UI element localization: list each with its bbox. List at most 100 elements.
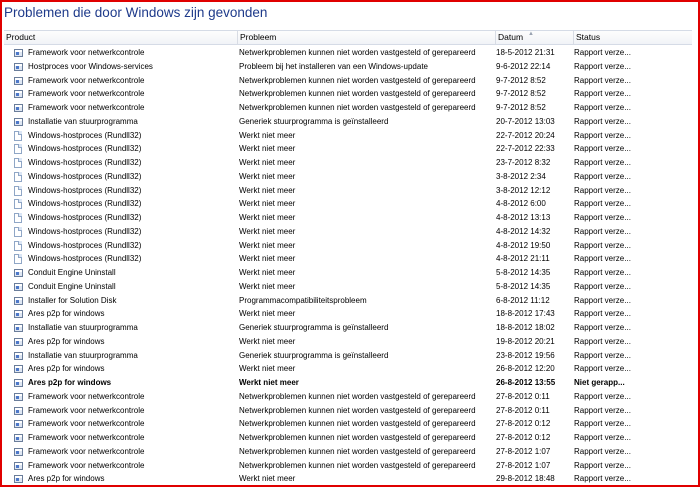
column-header-product[interactable]: Product: [4, 31, 237, 44]
document-icon: [14, 171, 22, 182]
status-cell: Rapport verze...: [574, 323, 631, 332]
problem-cell: Werkt niet meer: [239, 144, 296, 154]
table-row[interactable]: Framework voor netwerkcontrole Netwerkpro…: [4, 390, 692, 404]
application-icon: [14, 475, 23, 484]
document-icon: [14, 185, 22, 196]
product-cell: Installatie van stuurprogramma: [28, 323, 138, 332]
status-cell: Rapport verze...: [574, 158, 631, 167]
table-row[interactable]: Windows-hostproces (Rundll32) Werkt niet …: [4, 142, 692, 156]
table-row[interactable]: Installatie van stuurprogramma Generiek s…: [4, 349, 692, 363]
problem-cell: Netwerkproblemen kunnen niet worden vast…: [239, 460, 476, 470]
table-row[interactable]: Framework voor netwerkcontrole Netwerkpro…: [4, 459, 692, 473]
row-icon-cell: [14, 417, 25, 431]
table-row[interactable]: Installatie van stuurprogramma Generiek s…: [4, 321, 692, 335]
table-row[interactable]: Windows-hostproces (Rundll32) Werkt niet …: [4, 197, 692, 211]
product-cell: Conduit Engine Uninstall: [28, 268, 116, 277]
status-cell: Rapport verze...: [574, 213, 631, 222]
problem-cell: Werkt niet meer: [239, 171, 296, 181]
product-cell: Windows-hostproces (Rundll32): [28, 213, 142, 222]
table-row[interactable]: Framework voor netwerkcontrole Netwerkpro…: [4, 46, 692, 60]
date-cell: 23-8-2012 19:56: [496, 350, 555, 360]
application-icon: [14, 420, 23, 429]
sort-ascending-icon: ▲: [528, 31, 534, 37]
table-row[interactable]: Framework voor netwerkcontrole Netwerkpro…: [4, 404, 692, 418]
table-row[interactable]: Framework voor netwerkcontrole Netwerkpro…: [4, 74, 692, 88]
problem-cell: Probleem bij het installeren van een Win…: [239, 61, 428, 71]
table-row[interactable]: Windows-hostproces (Rundll32) Werkt niet …: [4, 239, 692, 253]
table-row[interactable]: Windows-hostproces (Rundll32) Werkt niet …: [4, 170, 692, 184]
problem-cell: Werkt niet meer: [239, 474, 296, 484]
table-row[interactable]: Framework voor netwerkcontrole Netwerkpro…: [4, 431, 692, 445]
table-row[interactable]: Installatie van stuurprogramma Generiek s…: [4, 115, 692, 129]
product-cell: Installer for Solution Disk: [28, 295, 117, 305]
status-cell: Rapport verze...: [574, 199, 631, 209]
status-cell: Rapport verze...: [574, 350, 631, 360]
date-cell: 9-7-2012 8:52: [496, 75, 546, 85]
table-row[interactable]: Framework voor netwerkcontrole Netwerkpro…: [4, 101, 692, 115]
table-row[interactable]: Installer for Solution Disk Programmacomp…: [4, 294, 692, 308]
status-cell: Rapport verze...: [574, 433, 631, 442]
row-icon-cell: [14, 376, 25, 390]
status-cell: Rapport verze...: [574, 391, 631, 401]
table-row[interactable]: Conduit Engine Uninstall Werkt niet meer 5…: [4, 280, 692, 294]
date-cell: 4-8-2012 21:11: [496, 254, 550, 264]
product-cell: Framework voor netwerkcontrole: [28, 460, 145, 470]
date-cell: 29-8-2012 18:48: [496, 474, 555, 484]
row-icon-cell: [14, 170, 25, 184]
date-cell: 4-8-2012 19:50: [496, 240, 551, 250]
application-icon: [14, 90, 23, 99]
product-cell: Framework voor netwerkcontrole: [28, 433, 145, 442]
problem-cell: Werkt niet meer: [239, 254, 296, 264]
application-icon: [14, 49, 23, 57]
status-cell: Rapport verze...: [574, 254, 631, 264]
table-row[interactable]: Ares p2p for windows Werkt niet meer 18-8-…: [4, 307, 692, 321]
application-icon: [14, 392, 23, 401]
application-icon: [14, 351, 23, 360]
table-row[interactable]: Windows-hostproces (Rundll32) Werkt niet …: [4, 156, 692, 170]
table-row[interactable]: Ares p2p for windows Werkt niet meer 29-8-…: [4, 472, 692, 486]
column-header-date[interactable]: ▲ Datum: [495, 31, 573, 44]
row-icon-cell: [14, 390, 25, 404]
column-header-problem[interactable]: Probleem: [237, 31, 495, 44]
table-row[interactable]: Ares p2p for windows Werkt niet meer 19-8-…: [4, 335, 692, 349]
table-row[interactable]: Windows-hostproces (Rundll32) Werkt niet …: [4, 211, 692, 225]
date-cell: 5-8-2012 14:35: [496, 281, 551, 291]
status-cell: Rapport verze...: [574, 171, 631, 181]
table-row[interactable]: Ares p2p for windows Werkt niet meer 26-8-…: [4, 362, 692, 376]
problem-cell: Netwerkproblemen kunnen niet worden vast…: [239, 103, 476, 112]
status-cell: Rapport verze...: [574, 336, 631, 346]
date-cell: 22-7-2012 22:33: [496, 144, 555, 154]
table-row[interactable]: Framework voor netwerkcontrole Netwerkpro…: [4, 445, 692, 459]
problem-cell: Netwerkproblemen kunnen niet worden vast…: [239, 48, 476, 57]
table-row[interactable]: Hostproces voor Windows-services Probleem…: [4, 60, 692, 74]
table-row[interactable]: Framework voor netwerkcontrole Netwerkpro…: [4, 417, 692, 431]
status-cell: Rapport verze...: [574, 295, 631, 305]
column-header-status[interactable]: Status: [573, 31, 692, 44]
table-row[interactable]: Windows-hostproces (Rundll32) Werkt niet …: [4, 129, 692, 143]
table-row[interactable]: Windows-hostproces (Rundll32) Werkt niet …: [4, 225, 692, 239]
status-cell: Rapport verze...: [574, 474, 631, 484]
table-row[interactable]: Conduit Engine Uninstall Werkt niet meer 5…: [4, 266, 692, 280]
product-cell: Framework voor netwerkcontrole: [28, 405, 145, 415]
status-cell: Rapport verze...: [574, 268, 631, 277]
product-cell: Framework voor netwerkcontrole: [28, 89, 145, 99]
date-cell: 26-8-2012 12:20: [496, 364, 555, 374]
status-cell: Rapport verze...: [574, 144, 631, 154]
table-row[interactable]: Ares p2p for windows Werkt niet meer 26-8-…: [4, 376, 692, 390]
status-cell: Rapport verze...: [574, 185, 631, 195]
product-cell: Ares p2p for windows: [28, 336, 105, 346]
column-header-problem-label: Probleem: [240, 32, 277, 42]
product-cell: Ares p2p for windows: [28, 364, 105, 374]
status-cell: Rapport verze...: [574, 364, 631, 374]
row-icon-cell: [14, 87, 25, 101]
date-cell: 27-8-2012 1:07: [496, 446, 551, 456]
table-row[interactable]: Framework voor netwerkcontrole Netwerkpro…: [4, 87, 692, 101]
status-cell: Niet gerapp...: [574, 378, 625, 387]
row-icon-cell: [14, 252, 25, 266]
application-icon: [14, 296, 23, 305]
table-row[interactable]: Windows-hostproces (Rundll32) Werkt niet …: [4, 252, 692, 266]
table-row[interactable]: Windows-hostproces (Rundll32) Werkt niet …: [4, 184, 692, 198]
product-cell: Ares p2p for windows: [28, 309, 105, 319]
row-icon-cell: [14, 362, 25, 376]
date-cell: 23-7-2012 8:32: [496, 158, 551, 167]
